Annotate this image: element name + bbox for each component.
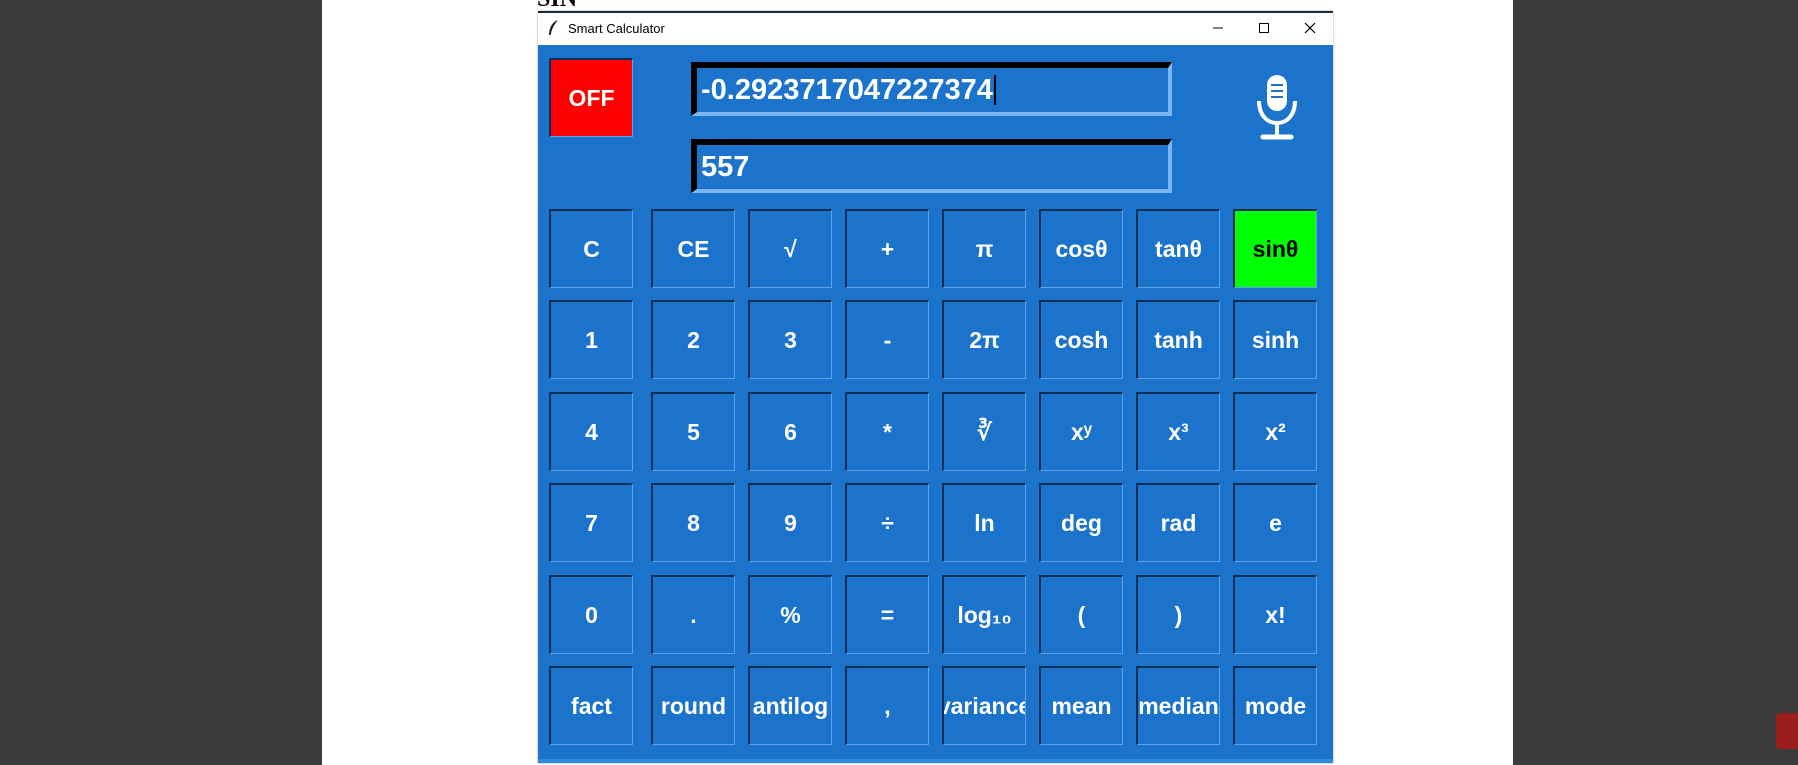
key-0-3[interactable]: +	[845, 209, 929, 288]
close-button[interactable]	[1287, 13, 1333, 43]
key-0-2[interactable]: √	[748, 209, 832, 288]
acrobat-icon[interactable]	[1776, 713, 1798, 749]
minimize-button[interactable]	[1195, 13, 1241, 43]
key-2-6[interactable]: x³	[1136, 392, 1220, 471]
key-1-3[interactable]: -	[845, 300, 929, 379]
key-1-7[interactable]: sinh	[1233, 300, 1317, 379]
key-1-6[interactable]: tanh	[1136, 300, 1220, 379]
calculator-window: Smart Calculator OFF -0.2923717047227374…	[538, 11, 1333, 763]
key-0-7[interactable]: sinθ	[1233, 209, 1317, 288]
key-3-4[interactable]: ln	[942, 483, 1026, 562]
calculator-body: OFF -0.2923717047227374 557 C CE √ + π cosθ ta…	[538, 45, 1333, 761]
key-2-1[interactable]: 5	[651, 392, 735, 471]
key-3-7[interactable]: e	[1233, 483, 1317, 562]
input-display[interactable]: 557	[691, 139, 1172, 193]
key-5-2[interactable]: antilog	[748, 666, 832, 745]
key-3-6[interactable]: rad	[1136, 483, 1220, 562]
key-4-1[interactable]: .	[651, 575, 735, 654]
key-3-1[interactable]: 8	[651, 483, 735, 562]
key-5-6[interactable]: median	[1136, 666, 1220, 745]
key-1-5[interactable]: cosh	[1039, 300, 1123, 379]
key-5-7[interactable]: mode	[1233, 666, 1317, 745]
key-0-6[interactable]: tanθ	[1136, 209, 1220, 288]
key-0-1[interactable]: CE	[651, 209, 735, 288]
maximize-button[interactable]	[1241, 13, 1287, 43]
window-bottom-edge	[538, 759, 1333, 763]
input-value: 557	[701, 150, 750, 183]
key-2-2[interactable]: 6	[748, 392, 832, 471]
key-4-2[interactable]: %	[748, 575, 832, 654]
key-0-4[interactable]: π	[942, 209, 1026, 288]
key-4-0[interactable]: 0	[549, 575, 633, 654]
key-1-0[interactable]: 1	[549, 300, 633, 379]
key-1-4[interactable]: 2π	[942, 300, 1026, 379]
result-display[interactable]: -0.2923717047227374	[691, 62, 1172, 116]
key-2-7[interactable]: x²	[1233, 392, 1317, 471]
key-1-2[interactable]: 3	[748, 300, 832, 379]
key-2-0[interactable]: 4	[549, 392, 633, 471]
key-4-7[interactable]: x!	[1233, 575, 1317, 654]
key-2-4[interactable]: ∛	[942, 392, 1026, 471]
key-4-4[interactable]: log₁₀	[942, 575, 1026, 654]
key-0-0[interactable]: C	[549, 209, 633, 288]
off-button[interactable]: OFF	[549, 58, 633, 137]
key-3-2[interactable]: 9	[748, 483, 832, 562]
feather-icon	[549, 19, 559, 36]
key-4-5[interactable]: (	[1039, 575, 1123, 654]
key-3-0[interactable]: 7	[549, 483, 633, 562]
key-5-0[interactable]: fact	[549, 666, 633, 745]
key-3-5[interactable]: deg	[1039, 483, 1123, 562]
key-5-4[interactable]: variance	[942, 666, 1026, 745]
window-title: Smart Calculator	[568, 21, 665, 36]
key-0-5[interactable]: cosθ	[1039, 209, 1123, 288]
key-5-3[interactable]: ,	[845, 666, 929, 745]
key-3-3[interactable]: ÷	[845, 483, 929, 562]
minimize-icon	[1213, 27, 1223, 29]
maximize-icon	[1259, 23, 1269, 33]
key-2-5[interactable]: xʸ	[1039, 392, 1123, 471]
result-value: -0.2923717047227374	[701, 73, 993, 106]
key-4-6[interactable]: )	[1136, 575, 1220, 654]
key-5-5[interactable]: mean	[1039, 666, 1123, 745]
key-2-3[interactable]: *	[845, 392, 929, 471]
microphone-icon[interactable]	[1253, 73, 1301, 143]
text-caret	[993, 75, 996, 105]
key-1-1[interactable]: 2	[651, 300, 735, 379]
key-4-3[interactable]: =	[845, 575, 929, 654]
close-icon	[1304, 22, 1316, 34]
title-bar[interactable]: Smart Calculator	[538, 13, 1333, 43]
key-5-1[interactable]: round	[651, 666, 735, 745]
